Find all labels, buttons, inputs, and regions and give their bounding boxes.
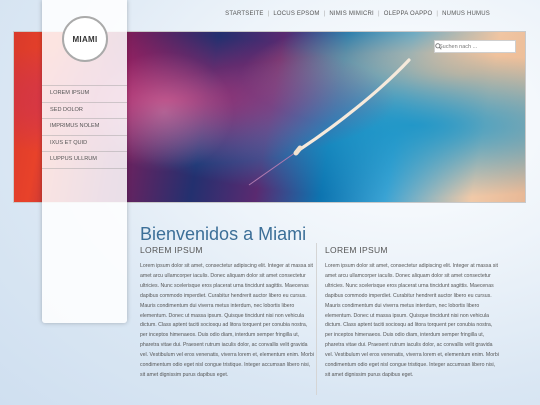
column-heading: LOREM IPSUM [325,245,388,255]
column-body: Lorem ipsum dolor sit amet, consectetur … [140,263,314,378]
column-divider [316,243,317,395]
search-input[interactable]: Suchen nach ... [434,40,516,53]
column-body: Lorem ipsum dolor sit amet, consectetur … [325,263,499,378]
nav-item-locus-epsom[interactable]: LOCUS EPSOM [269,11,323,17]
nav-item-startseite[interactable]: STARTSEITE [221,11,267,17]
content-column-right: LOREM IPSUM Lorem ipsum dolor sit amet, … [325,245,500,381]
page-title: Bienvenidos a Miami [140,224,307,245]
logo[interactable]: MIAMI [62,16,108,62]
search-placeholder: Suchen nach ... [439,43,478,50]
search-icon[interactable] [435,43,442,50]
sidebar-item-sed-dolor[interactable]: SED DOLOR [42,101,127,119]
nav-item-nimis-mimicri[interactable]: NIMIS MIMICRI [325,11,378,17]
sidebar: MIAMI LOREM IPSUM SED DOLOR IMPRIMUS NOL… [42,0,127,323]
sidebar-item-imprimus-nolem[interactable]: IMPRIMUS NOLEM [42,118,127,135]
top-navigation: STARTSEITE | LOCUS EPSOM | NIMIS MIMICRI… [221,11,494,17]
sidebar-item-luppus-ullrum[interactable]: LUPPUS ULLRUM [42,151,127,169]
nav-item-oleppa-oappo[interactable]: OLEPPA OAPPO [380,11,437,17]
sidebar-item-lorem-ipsum[interactable]: LOREM IPSUM [42,85,127,102]
nav-item-numus-humus[interactable]: NUMUS HUMUS [438,11,494,17]
column-heading: LOREM IPSUM [140,245,203,255]
content-column-left: LOREM IPSUM Lorem ipsum dolor sit amet, … [140,245,315,381]
sidebar-menu: LOREM IPSUM SED DOLOR IMPRIMUS NOLEM IXU… [42,85,127,169]
sidebar-item-ixus-et-quid[interactable]: IXUS ET QUID [42,134,127,152]
